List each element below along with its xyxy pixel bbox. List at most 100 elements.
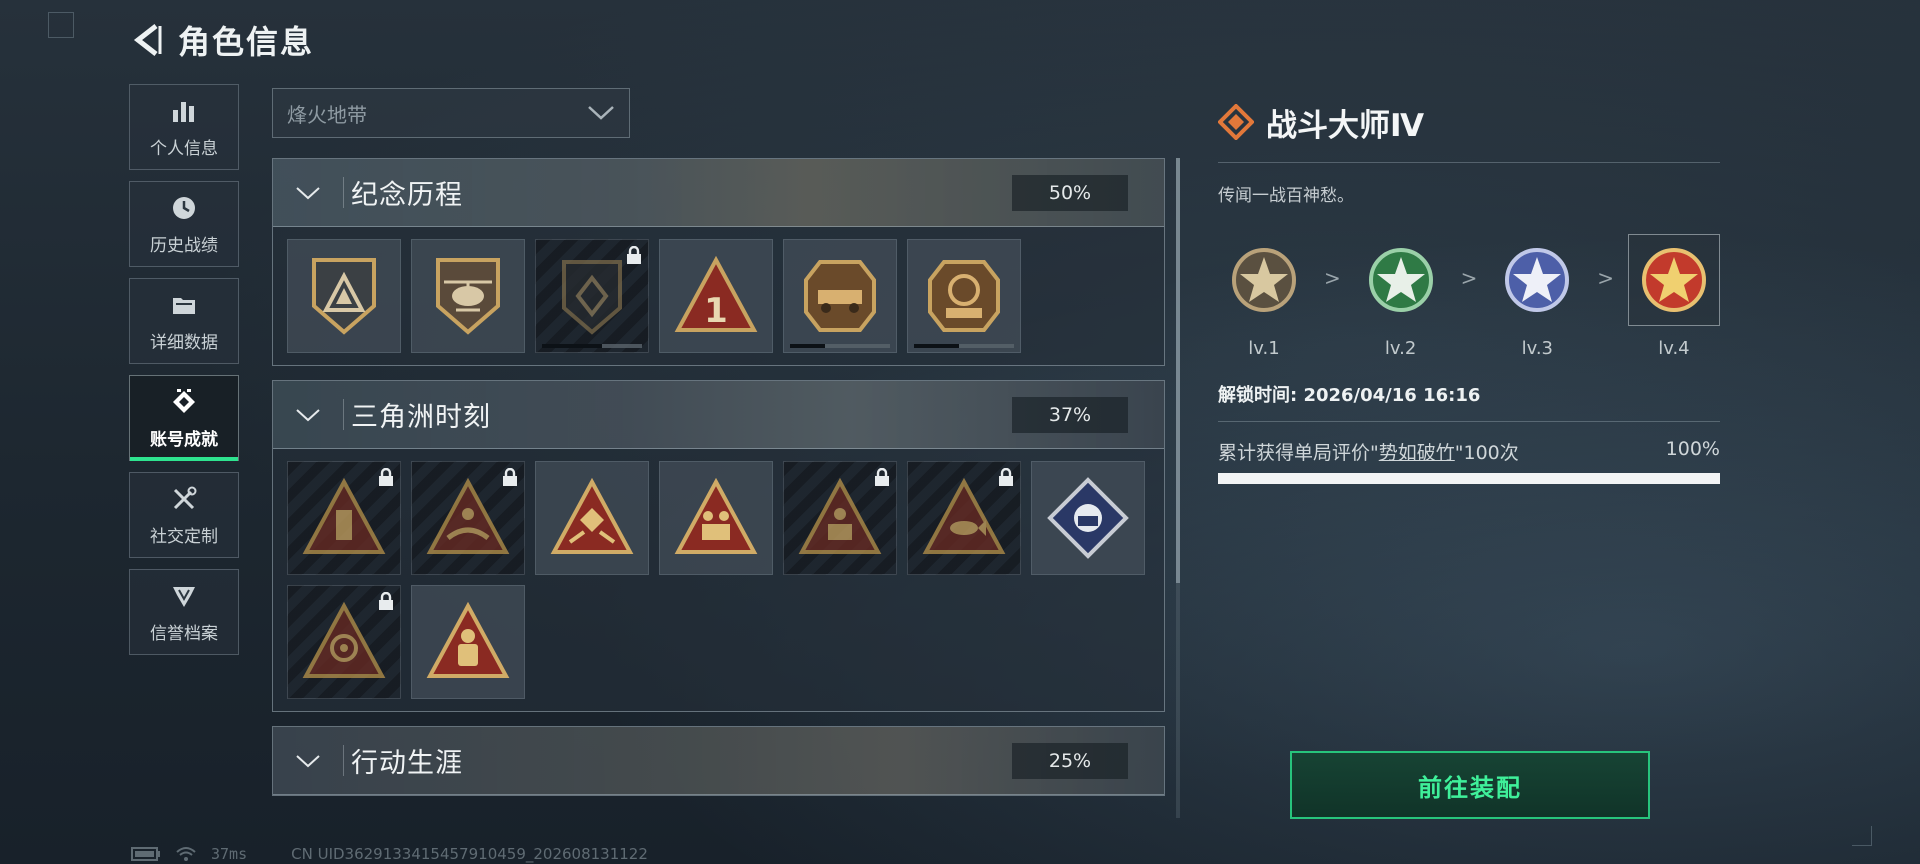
chevron-down-icon bbox=[296, 186, 320, 199]
achievement-badge-locked[interactable] bbox=[783, 461, 897, 575]
badge-grid: 1 bbox=[273, 227, 1164, 365]
clock-icon bbox=[173, 196, 195, 219]
svg-text:1: 1 bbox=[704, 291, 728, 331]
section-header-career[interactable]: 行动生涯 25% bbox=[273, 727, 1164, 795]
sidebar-item-history[interactable]: 历史战绩 bbox=[129, 181, 239, 267]
level-lv1[interactable]: lv.1 bbox=[1218, 234, 1310, 359]
achievement-badge[interactable] bbox=[907, 239, 1021, 353]
task-progress-bar bbox=[1218, 473, 1720, 484]
chevron-down-icon bbox=[588, 106, 614, 120]
task-keyword: 势如破竹 bbox=[1378, 442, 1455, 464]
lock-icon bbox=[875, 468, 889, 486]
badge-grid bbox=[273, 449, 1164, 711]
task-percent: 100% bbox=[1665, 438, 1720, 460]
detail-description: 传闻一战百神愁。 bbox=[1218, 186, 1354, 206]
level-label: lv.2 bbox=[1384, 338, 1417, 359]
achievement-badge[interactable] bbox=[287, 239, 401, 353]
status-footer: 37ms CN UID3629133415457910459_202608131… bbox=[131, 845, 648, 863]
achievement-badge[interactable]: 1 bbox=[659, 239, 773, 353]
sidebar-item-detailed-data[interactable]: 详细数据 bbox=[129, 278, 239, 364]
achievement-badge-locked[interactable] bbox=[411, 461, 525, 575]
mask-triangle-badge-icon bbox=[302, 602, 386, 678]
badge-progress-fill bbox=[790, 344, 825, 348]
section-percent: 50% bbox=[1012, 175, 1128, 211]
fish-triangle-badge-icon bbox=[922, 478, 1006, 554]
section-header-memorial[interactable]: 纪念历程 50% bbox=[273, 159, 1164, 227]
fist-diamond-badge-icon bbox=[1047, 477, 1129, 559]
level-label: lv.3 bbox=[1521, 338, 1553, 359]
helicopter-badge-icon bbox=[436, 258, 500, 335]
section-title: 三角洲时刻 bbox=[351, 402, 491, 433]
lock-icon bbox=[379, 592, 393, 610]
number-one-triangle-badge-icon: 1 bbox=[674, 256, 758, 332]
swimmer-triangle-badge-icon bbox=[426, 478, 510, 554]
achievement-badge[interactable] bbox=[1031, 461, 1145, 575]
chevron-down-icon bbox=[296, 754, 320, 767]
achievement-badge[interactable] bbox=[659, 461, 773, 575]
achievement-badge-locked[interactable] bbox=[535, 239, 649, 353]
mode-dropdown-value: 烽火地带 bbox=[287, 102, 367, 127]
wifi-icon bbox=[176, 847, 196, 861]
sidebar-item-reputation[interactable]: 信誉档案 bbox=[129, 569, 239, 655]
divider bbox=[1218, 162, 1720, 163]
achievement-badge-locked[interactable] bbox=[287, 585, 401, 699]
uid-text: CN UID3629133415457910459_202608131122 bbox=[291, 845, 648, 863]
achievement-section: 三角洲时刻 37% bbox=[272, 380, 1165, 712]
level-separator: > bbox=[1460, 266, 1478, 290]
sidebar-item-label: 历史战绩 bbox=[150, 235, 218, 256]
soldiers-triangle-badge-icon bbox=[674, 478, 758, 554]
folder-icon bbox=[173, 297, 195, 314]
sidebar-item-label: 个人信息 bbox=[150, 138, 218, 159]
level-label: lv.1 bbox=[1248, 338, 1280, 359]
level-lv3[interactable]: lv.3 bbox=[1491, 234, 1583, 359]
achievement-section: 纪念历程 50% 1 bbox=[272, 158, 1165, 366]
list-scrollbar[interactable] bbox=[1176, 158, 1180, 818]
achievement-badge[interactable] bbox=[535, 461, 649, 575]
level-label: lv.4 bbox=[1658, 338, 1690, 359]
mode-dropdown[interactable]: 烽火地带 bbox=[272, 88, 630, 138]
achievement-badge-locked[interactable] bbox=[907, 461, 1021, 575]
achievement-detail-panel: 战斗大师Ⅳ 传闻一战百神愁。 lv.1 > lv.2 > lv.3 > lv.4… bbox=[1218, 96, 1720, 484]
crew-triangle-badge-icon bbox=[798, 478, 882, 554]
section-header-delta-moments[interactable]: 三角洲时刻 37% bbox=[273, 381, 1164, 449]
hazmat-triangle-badge-icon bbox=[426, 602, 510, 678]
section-title: 纪念历程 bbox=[351, 180, 463, 211]
red-star-medal-icon bbox=[1641, 248, 1706, 312]
delta-force-vehicle-badge-icon bbox=[804, 260, 876, 332]
achievement-section: 行动生涯 25% bbox=[272, 726, 1165, 796]
sidebar-item-achievements[interactable]: 账号成就 bbox=[129, 375, 239, 461]
scrollbar-thumb[interactable] bbox=[1176, 158, 1180, 583]
level-lv4[interactable]: lv.4 bbox=[1627, 234, 1720, 359]
achievement-badge-locked[interactable] bbox=[287, 461, 401, 575]
badge-progress-bar bbox=[542, 344, 642, 348]
back-button[interactable] bbox=[128, 20, 164, 60]
badge-progress-bar bbox=[790, 344, 890, 348]
level-separator: > bbox=[1323, 266, 1341, 290]
level-row: lv.1 > lv.2 > lv.3 > lv.4 bbox=[1218, 234, 1720, 359]
go-equip-button[interactable]: 前往装配 bbox=[1290, 751, 1650, 819]
battery-icon bbox=[131, 847, 160, 861]
achievement-badge[interactable] bbox=[411, 585, 525, 699]
orange-diamond-icon bbox=[1218, 104, 1254, 140]
section-percent: 25% bbox=[1012, 743, 1128, 779]
blue-star-medal-icon bbox=[1505, 248, 1570, 312]
sidebar-item-personal-info[interactable]: 个人信息 bbox=[129, 84, 239, 170]
lock-icon bbox=[503, 468, 517, 486]
triangle-shield-badge-icon bbox=[312, 258, 376, 335]
level-lv2[interactable]: lv.2 bbox=[1355, 234, 1447, 359]
task-row: 累计获得单局评价"势如破竹"100次 100% bbox=[1218, 438, 1720, 465]
section-title: 行动生涯 bbox=[351, 748, 463, 779]
sidebar-item-social[interactable]: 社交定制 bbox=[129, 472, 239, 558]
dark-shield-badge-icon bbox=[562, 260, 622, 335]
corner-frame-mark bbox=[1852, 826, 1872, 846]
green-star-medal-icon bbox=[1368, 248, 1433, 312]
achievement-badge[interactable] bbox=[411, 239, 525, 353]
lock-icon bbox=[627, 246, 641, 264]
lock-icon bbox=[999, 468, 1013, 486]
task-description: 累计获得单局评价"势如破竹"100次 bbox=[1218, 442, 1519, 464]
achievement-badge[interactable] bbox=[783, 239, 897, 353]
detail-title: 战斗大师Ⅳ bbox=[1266, 107, 1425, 144]
lock-icon bbox=[379, 468, 393, 486]
sidebar: 个人信息 历史战绩 详细数据 账号成就 社交定制 信誉档案 bbox=[129, 84, 239, 655]
badge-progress-fill bbox=[914, 344, 959, 348]
